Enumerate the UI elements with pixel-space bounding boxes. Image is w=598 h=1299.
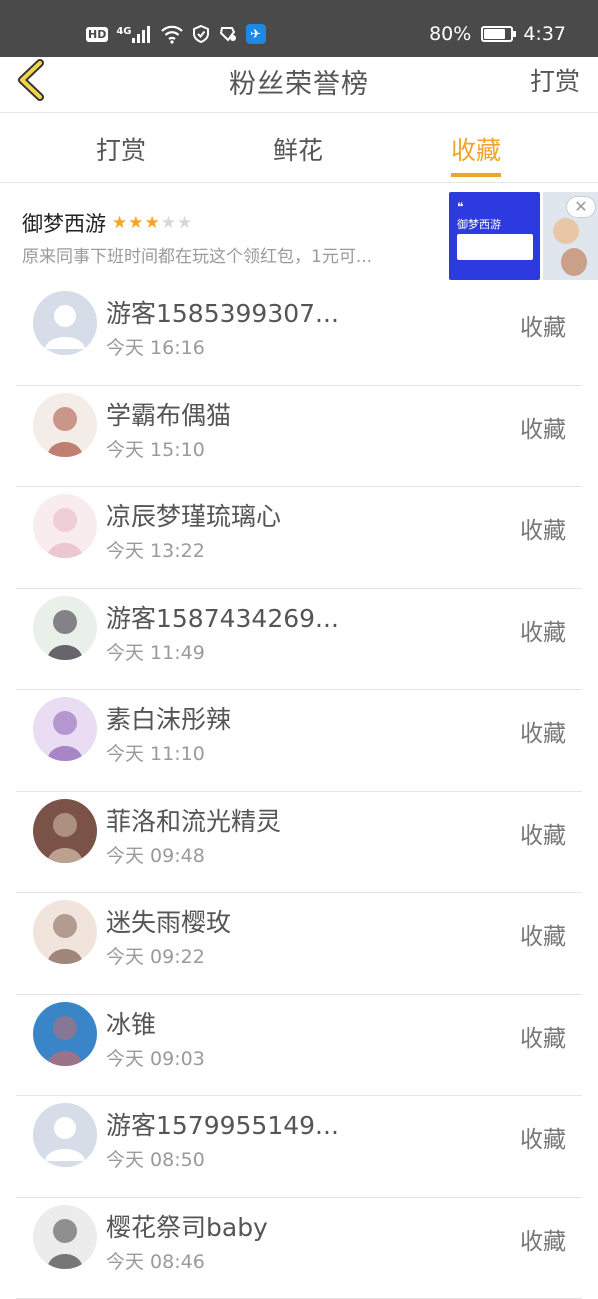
user-name[interactable]: 凉辰梦瑾琉璃心 <box>106 497 281 533</box>
avatar-image <box>33 900 97 964</box>
avatar-image <box>33 494 97 558</box>
avatar-image <box>33 799 97 863</box>
list-item[interactable]: 学霸布偶猫 今天 15:10 收藏 <box>0 386 598 488</box>
user-name[interactable]: 樱花祭司baby <box>106 1208 268 1244</box>
ad-description: 原来同事下班时间都在玩这个领红包，1元可... <box>22 242 432 267</box>
star-filled-icon: ★ <box>145 213 161 233</box>
list-item[interactable]: 迷失雨樱玫 今天 09:22 收藏 <box>0 893 598 995</box>
ad-title-row: 御梦西游 ★★★★★ <box>22 208 193 238</box>
ad-person-1 <box>553 218 579 244</box>
timestamp: 今天 13:22 <box>106 536 205 563</box>
wifi-icon <box>160 24 184 44</box>
reward-button[interactable]: 打赏 <box>530 62 580 98</box>
star-filled-icon: ★ <box>112 213 128 233</box>
ad-image[interactable]: ❝ 御梦西游 <box>449 192 540 280</box>
page-title: 粉丝荣誉榜 <box>0 62 598 101</box>
favorite-label: 收藏 <box>520 1120 566 1154</box>
ad-banner[interactable]: 御梦西游 ★★★★★ 原来同事下班时间都在玩这个领红包，1元可... ❝ 御梦西… <box>0 184 598 284</box>
tab-favorites[interactable]: 收藏 <box>451 131 501 167</box>
ad-image-title: 御梦西游 <box>457 216 501 232</box>
user-name[interactable]: 游客1585399307... <box>106 294 339 330</box>
timestamp: 今天 11:10 <box>106 739 205 766</box>
avatar[interactable] <box>33 799 97 863</box>
rating-stars: ★★★★★ <box>112 213 193 233</box>
avatar-image <box>33 697 97 761</box>
clock: 4:37 <box>523 23 566 45</box>
favorite-label: 收藏 <box>520 917 566 951</box>
cellular-signal-icon: 4G <box>116 25 151 43</box>
default-user-icon <box>33 291 97 355</box>
avatar[interactable] <box>33 596 97 660</box>
list-item[interactable]: 樱花祭司baby 今天 08:46 收藏 <box>0 1198 598 1299</box>
star-filled-icon: ★ <box>128 213 144 233</box>
list-item[interactable]: 游客1585399307... 今天 16:16 收藏 <box>0 284 598 386</box>
user-name[interactable]: 素白沫彤辣 <box>106 700 231 736</box>
tab-flowers[interactable]: 鲜花 <box>273 131 323 167</box>
favorite-label: 收藏 <box>520 1222 566 1256</box>
tab-bar: 打赏 鲜花 收藏 <box>0 113 598 183</box>
status-icons-left: HD 4G ✈ <box>86 20 266 48</box>
shield-icon <box>192 24 210 44</box>
avatar[interactable] <box>33 494 97 558</box>
timestamp: 今天 11:49 <box>106 638 205 665</box>
list-item[interactable]: 冰锥 今天 09:03 收藏 <box>0 995 598 1097</box>
user-name[interactable]: 迷失雨樱玫 <box>106 903 231 939</box>
favorite-label: 收藏 <box>520 308 566 342</box>
avatar[interactable] <box>33 1002 97 1066</box>
battery-percent: 80% <box>429 23 471 45</box>
favorite-label: 收藏 <box>520 613 566 647</box>
user-name[interactable]: 游客1579955149... <box>106 1106 339 1142</box>
battery-icon <box>481 26 513 42</box>
nav-bar: 粉丝荣誉榜 打赏 <box>0 57 598 113</box>
user-name[interactable]: 学霸布偶猫 <box>106 396 231 432</box>
list-item[interactable]: 凉辰梦瑾琉璃心 今天 13:22 收藏 <box>0 487 598 589</box>
ad-person-2 <box>561 248 587 276</box>
avatar-image <box>33 596 97 660</box>
user-name[interactable]: 菲洛和流光精灵 <box>106 802 281 838</box>
favorite-label: 收藏 <box>520 714 566 748</box>
list-item[interactable]: 游客1587434269... 今天 11:49 收藏 <box>0 589 598 691</box>
timestamp: 今天 09:03 <box>106 1044 205 1071</box>
timestamp: 今天 09:48 <box>106 841 205 868</box>
avatar[interactable] <box>33 1205 97 1269</box>
app-notification-icon: ✈ <box>246 24 266 44</box>
default-user-icon <box>33 1103 97 1167</box>
star-empty-icon: ★ <box>161 213 177 233</box>
timestamp: 今天 16:16 <box>106 333 205 360</box>
avatar[interactable] <box>33 393 97 457</box>
ad-image-card <box>457 234 533 260</box>
favorites-list: 游客1585399307... 今天 16:16 收藏 学霸布偶猫 今天 15:… <box>0 284 598 1299</box>
close-icon[interactable]: ✕ <box>566 196 596 218</box>
avatar-image <box>33 1002 97 1066</box>
ad-title: 御梦西游 <box>22 208 106 238</box>
avatar[interactable] <box>33 291 97 355</box>
hd-icon: HD <box>86 27 108 42</box>
avatar-image <box>33 1205 97 1269</box>
status-icons-right: 80% 4:37 <box>429 18 566 50</box>
avatar[interactable] <box>33 1103 97 1167</box>
list-item[interactable]: 菲洛和流光精灵 今天 09:48 收藏 <box>0 792 598 894</box>
favorite-label: 收藏 <box>520 410 566 444</box>
tab-reward[interactable]: 打赏 <box>96 131 146 167</box>
star-empty-icon: ★ <box>177 213 193 233</box>
quote-icon: ❝ <box>457 200 463 214</box>
timestamp: 今天 15:10 <box>106 435 205 462</box>
timestamp: 今天 08:46 <box>106 1247 205 1274</box>
network-type-label: 4G <box>116 26 131 37</box>
avatar[interactable] <box>33 697 97 761</box>
sync-icon <box>218 24 238 44</box>
user-name[interactable]: 冰锥 <box>106 1005 156 1041</box>
list-item[interactable]: 素白沫彤辣 今天 11:10 收藏 <box>0 690 598 792</box>
favorite-label: 收藏 <box>520 511 566 545</box>
favorite-label: 收藏 <box>520 816 566 850</box>
favorite-label: 收藏 <box>520 1019 566 1053</box>
user-name[interactable]: 游客1587434269... <box>106 599 339 635</box>
avatar-image <box>33 393 97 457</box>
timestamp: 今天 08:50 <box>106 1145 205 1172</box>
avatar[interactable] <box>33 900 97 964</box>
list-item[interactable]: 游客1579955149... 今天 08:50 收藏 <box>0 1096 598 1198</box>
status-bar: HD 4G ✈ 80% 4:37 <box>0 0 598 57</box>
timestamp: 今天 09:22 <box>106 942 205 969</box>
